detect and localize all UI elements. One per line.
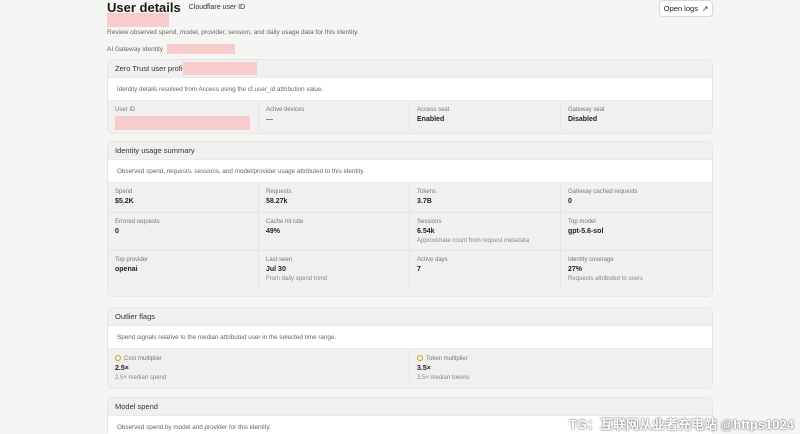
warning-dot-icon (115, 355, 121, 361)
external-link-icon: ↗ (701, 4, 709, 13)
open-logs-label: Open logs (663, 4, 698, 13)
cell-value: 3.7B (417, 198, 432, 205)
cell-sub: From daily spend trend (266, 276, 328, 282)
zero-trust-card: Zero Trust user profi Identity details r… (107, 59, 713, 134)
cell-label: Spend (115, 189, 133, 195)
redacted-user-id (107, 13, 169, 27)
cell-value: 58.27k (266, 198, 288, 205)
cell-label: Active devices (266, 107, 305, 113)
zero-trust-title-row: Zero Trust user profi (108, 60, 712, 77)
zero-trust-grid: User ID Active devices — Access seat Ena… (108, 101, 712, 131)
cell-value: 3.5× (417, 365, 431, 372)
usage-summary-note: Observed spend, requests, sessions, and … (108, 159, 712, 183)
usage-cell: Identity coverage 27% Requests attributed … (561, 251, 712, 289)
cell-label: Gateway cached requests (568, 189, 638, 195)
outlier-flags-note: Spend signals relative to the median att… (108, 325, 712, 349)
cell-gateway-seat: Gateway seat Disabled (561, 101, 712, 131)
cell-value: gpt-5.6-sol (568, 228, 604, 235)
usage-summary-card: Identity usage summary Observed spend, r… (107, 141, 713, 297)
zero-trust-note: Identity details resolved from Access us… (108, 77, 712, 101)
watermark: TG：互联网从业者充电站 @https1024 (568, 417, 794, 432)
cell-label: Tokens (417, 189, 437, 195)
cell-label-row: Cost multiplier (115, 355, 402, 362)
cell-value: 2.5× (115, 365, 129, 372)
cell-label: Top model (568, 219, 596, 225)
cell-value: 49% (266, 228, 281, 235)
cell-user-id: User ID (108, 101, 259, 131)
cell-value: 0 (115, 228, 119, 235)
usage-grid: Spend $5.2K Requests 58.27k Tokens 3.7B Gatewa… (108, 183, 712, 289)
cell-label: Cost multiplier (124, 356, 163, 362)
warning-dot-icon (417, 355, 423, 361)
user-id-tag: Cloudflare user ID (188, 3, 246, 11)
cell-label: Access seat (417, 107, 450, 113)
cell-sub: Approximate count from request metadata (417, 238, 530, 244)
cell-label-row: Token multiplier (417, 355, 705, 362)
cell-label: Sessions (417, 219, 442, 225)
cell-access-seat: Access seat Enabled (410, 101, 561, 131)
open-logs-button[interactable]: Open logs ↗ (659, 0, 713, 17)
redacted-profile-name (182, 62, 257, 75)
outlier-flags-title: Outlier flags (115, 312, 156, 321)
outlier-grid: Cost multiplier 2.5× 2.5× median spend T… (108, 349, 712, 381)
cell-value: 0 (568, 198, 572, 205)
usage-cell: Last seen Jul 30 From daily spend trend (259, 251, 410, 289)
usage-cell: Errored requests 0 (108, 213, 259, 251)
cell-value: $5.2K (115, 198, 134, 205)
usage-cell: Tokens 3.7B (410, 183, 561, 213)
cell-value: 27% (568, 266, 583, 273)
model-spend-title: Model spend (115, 402, 158, 411)
usage-cell: Sessions 6.54k Approximate count from requ… (410, 213, 561, 251)
cell-value: Enabled (417, 116, 445, 123)
page-description: Review observed spend, model, provider, … (107, 29, 359, 36)
cell-value: Disabled (568, 116, 598, 123)
usage-cell: Requests 58.27k (259, 183, 410, 213)
cell-label: Gateway seat (568, 107, 605, 113)
usage-cell: Gateway cached requests 0 (561, 183, 712, 213)
outlier-flags-card: Outlier flags Spend signals relative to … (107, 307, 713, 389)
gateway-identity-label: AI Gateway identity (107, 45, 163, 53)
cell-active-devices: Active devices — (259, 101, 410, 131)
cell-value: Jul 30 (266, 266, 286, 273)
cell-label: Errored requests (115, 219, 160, 225)
cell-cost-multiplier: Cost multiplier 2.5× 2.5× median spend (108, 349, 410, 381)
redacted-gateway-identity (167, 44, 235, 54)
gateway-identity-row: AI Gateway identity (107, 44, 235, 54)
zero-trust-title: Zero Trust user profi (115, 64, 183, 73)
cell-sub: 2.5× median spend (115, 375, 167, 381)
usage-cell: Cache hit rate 49% (259, 213, 410, 251)
cell-label: Token multiplier (426, 356, 468, 362)
cell-label: Last seen (266, 257, 293, 263)
cell-value: 7 (417, 266, 421, 273)
cell-label: Cache hit rate (266, 219, 304, 225)
cell-sub: Requests attributed to users (568, 276, 644, 282)
cell-value: 6.54k (417, 228, 435, 235)
cell-sub: 3.5× median tokens (417, 375, 470, 381)
cell-label: Top provider (115, 257, 149, 263)
page-header: User details Cloudflare user ID Open log… (107, 0, 713, 54)
cell-token-multiplier: Token multiplier 3.5× 3.5× median tokens (410, 349, 712, 381)
usage-cell: Active days 7 (410, 251, 561, 289)
usage-cell: Top model gpt-5.6-sol (561, 213, 712, 251)
cell-label: Identity coverage (568, 257, 614, 263)
title-row: User details Cloudflare user ID (107, 0, 713, 15)
redacted-user-id-value (115, 116, 250, 130)
usage-summary-title: Identity usage summary (115, 146, 195, 155)
usage-cell: Spend $5.2K (108, 183, 259, 213)
usage-cell: Top provider openai (108, 251, 259, 289)
cell-label: User ID (115, 107, 136, 113)
cell-label: Active days (417, 257, 448, 263)
cell-value: openai (115, 266, 138, 273)
cell-value: — (266, 116, 273, 123)
cell-label: Requests (266, 189, 292, 195)
